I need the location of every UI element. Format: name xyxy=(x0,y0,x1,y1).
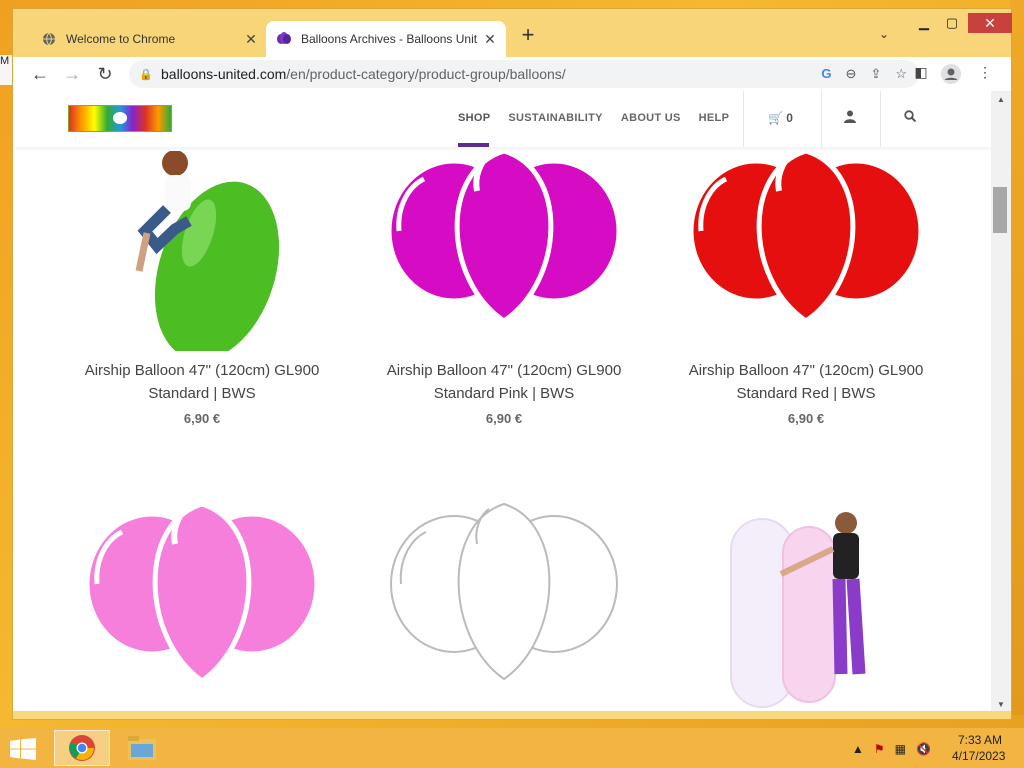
clock-time: 7:33 AM xyxy=(957,733,1002,747)
lock-icon[interactable]: 🔒 xyxy=(139,68,153,81)
product-price: 6,90 € xyxy=(485,411,523,426)
product-title[interactable]: Airship Balloon 47" (120cm) GL900 Standa… xyxy=(671,359,941,405)
reload-button[interactable]: ↻ xyxy=(93,63,117,85)
chrome-icon xyxy=(69,735,95,761)
menu-kebab-icon[interactable]: ⋮ xyxy=(975,64,995,84)
show-hidden-icons-chevron-icon[interactable]: ▲ xyxy=(852,742,864,756)
scroll-down-arrow-icon[interactable]: ▼ xyxy=(997,700,1005,709)
url-path: /en/product-category/product-group/ballo… xyxy=(286,66,566,82)
desktop-sliver: M xyxy=(0,55,12,85)
product-image[interactable] xyxy=(369,148,639,341)
browser-toolbar: ← → ↻ 🔒 balloons-united.com/en/product-c… xyxy=(13,57,1011,91)
product-card[interactable]: Airship Balloon 47" (120cm) GL900 Standa… xyxy=(369,148,639,426)
url-text[interactable]: balloons-united.com/en/product-category/… xyxy=(161,66,566,82)
desktop-sliver-text: M xyxy=(0,55,10,67)
balloon-favicon-icon xyxy=(276,31,292,47)
product-price: 6,90 € xyxy=(787,411,825,426)
active-menu-indicator xyxy=(458,143,489,147)
tab-title: Balloons Archives - Balloons Unit xyxy=(301,32,478,46)
page-viewport: SHOP SUSTAINABILITY ABOUT US HELP 🛒 0 Ai… xyxy=(13,91,991,711)
close-window-button[interactable]: ✕ xyxy=(968,13,1012,33)
product-image[interactable] xyxy=(67,499,337,689)
volume-muted-icon[interactable]: 🔇 xyxy=(916,742,931,756)
system-tray: ▲ ⚑ ▦ 🔇 xyxy=(852,742,931,756)
taskbar-file-explorer-button[interactable] xyxy=(114,730,170,766)
main-menu: SHOP SUSTAINABILITY ABOUT US HELP xyxy=(458,112,729,124)
site-header: SHOP SUSTAINABILITY ABOUT US HELP 🛒 0 xyxy=(13,91,991,147)
menu-item-shop[interactable]: SHOP xyxy=(458,112,490,124)
url-host: balloons-united.com xyxy=(161,66,287,82)
profile-avatar-icon[interactable] xyxy=(941,64,961,84)
minimize-button[interactable]: ▁ xyxy=(910,13,938,33)
cart-icon: 🛒 xyxy=(768,111,783,125)
browser-window: Welcome to Chrome ✕ Balloons Archives - … xyxy=(12,8,1012,720)
back-button[interactable]: ← xyxy=(28,63,52,85)
clock-date: 4/17/2023 xyxy=(952,749,1006,763)
tab-close-icon[interactable]: ✕ xyxy=(241,31,261,48)
product-image[interactable] xyxy=(369,499,639,689)
menu-item-about-us[interactable]: ABOUT US xyxy=(621,112,681,124)
scroll-up-arrow-icon[interactable]: ▲ xyxy=(997,95,1005,104)
site-logo[interactable] xyxy=(68,105,172,132)
product-card[interactable]: Airship Balloon 47" (120cm) GL900 Standa… xyxy=(671,148,941,426)
tab-close-icon[interactable]: ✕ xyxy=(480,31,500,48)
google-lens-icon[interactable]: G xyxy=(821,66,831,82)
title-bar: Welcome to Chrome ✕ Balloons Archives - … xyxy=(13,9,1012,57)
windows-taskbar: ▲ ⚑ ▦ 🔇 7:33 AM 4/17/2023 xyxy=(0,728,1024,768)
search-icon[interactable] xyxy=(904,110,917,125)
tab-search-chevron-icon[interactable]: ⌄ xyxy=(879,27,889,41)
product-title[interactable]: Airship Balloon 47" (120cm) GL900 Standa… xyxy=(67,359,337,405)
taskbar-clock[interactable]: 7:33 AM 4/17/2023 xyxy=(952,732,1006,764)
product-title[interactable]: Airship Balloon 47" (120cm) GL900 Standa… xyxy=(369,359,639,405)
product-card[interactable]: Airship Balloon 47" (120cm) GL900 Standa… xyxy=(67,150,337,426)
network-icon[interactable]: ▦ xyxy=(895,742,906,756)
side-panel-icon[interactable]: ◧ xyxy=(911,64,931,84)
product-image[interactable] xyxy=(67,150,337,361)
taskbar-chrome-button[interactable] xyxy=(54,730,110,766)
menu-item-sustainability[interactable]: SUSTAINABILITY xyxy=(508,112,602,124)
bookmark-star-icon[interactable]: ☆ xyxy=(895,66,907,82)
menu-item-help[interactable]: HELP xyxy=(699,112,730,124)
account-user-icon[interactable] xyxy=(844,110,856,126)
new-tab-button[interactable]: + xyxy=(518,24,538,47)
product-image[interactable] xyxy=(671,499,941,708)
folder-icon xyxy=(128,736,156,760)
forward-button[interactable]: → xyxy=(60,63,84,85)
scrollbar-thumb[interactable] xyxy=(993,187,1007,233)
action-center-flag-icon[interactable]: ⚑ xyxy=(874,742,885,756)
address-bar[interactable]: 🔒 balloons-united.com/en/product-categor… xyxy=(129,60,919,88)
maximize-button[interactable]: ▢ xyxy=(938,13,966,33)
header-divider xyxy=(743,91,744,147)
header-divider xyxy=(821,91,822,147)
tab-balloons-archives[interactable]: Balloons Archives - Balloons Unit ✕ xyxy=(266,21,506,57)
product-image[interactable] xyxy=(671,148,941,341)
page-scrollbar[interactable]: ▲ ▼ xyxy=(991,91,1011,711)
product-card[interactable] xyxy=(671,499,941,708)
zoom-icon[interactable]: ⊖ xyxy=(846,66,857,82)
tab-title: Welcome to Chrome xyxy=(66,32,176,46)
desktop-background xyxy=(1010,0,1024,715)
header-divider xyxy=(880,91,881,147)
tab-welcome[interactable]: Welcome to Chrome ✕ xyxy=(31,21,267,57)
globe-icon xyxy=(41,31,57,47)
cart-button[interactable]: 🛒 0 xyxy=(768,111,793,125)
omnibox-actions: G ⊖ ⇪ ☆ xyxy=(821,66,907,82)
product-card[interactable] xyxy=(67,499,337,707)
windows-start-icon[interactable] xyxy=(10,738,36,766)
product-card[interactable] xyxy=(369,499,639,707)
product-price: 6,90 € xyxy=(183,411,221,426)
share-icon[interactable]: ⇪ xyxy=(870,66,881,82)
cart-count: 0 xyxy=(786,111,793,125)
